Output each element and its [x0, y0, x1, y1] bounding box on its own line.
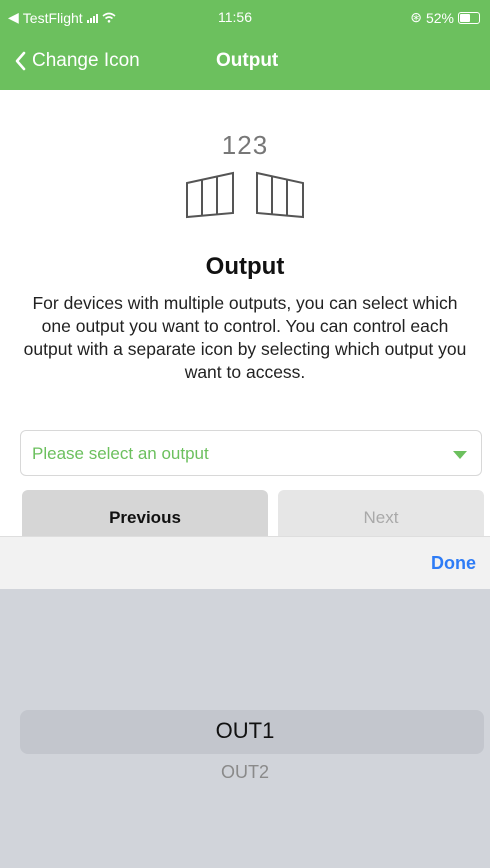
- status-time: 11:56: [218, 9, 252, 25]
- panels-icon: [186, 171, 304, 219]
- picker-option-out1[interactable]: OUT1: [0, 718, 490, 744]
- icon-number: 123: [221, 130, 269, 160]
- caret-down-icon: [453, 451, 467, 459]
- previous-button[interactable]: Previous: [22, 490, 268, 542]
- orientation-lock-icon: ⊛: [410, 9, 422, 25]
- picker-option-out2[interactable]: OUT2: [0, 762, 490, 783]
- status-bar: ◀ TestFlight 11:56 ⊛ 52%: [0, 0, 490, 32]
- back-to-app-icon[interactable]: ◀: [8, 9, 19, 26]
- back-label: Change Icon: [32, 50, 140, 71]
- nav-title: Output: [216, 50, 279, 71]
- output-picker[interactable]: OUT1 OUT2: [0, 589, 490, 868]
- picker-toolbar: Done: [0, 536, 490, 591]
- chevron-left-icon: [15, 51, 26, 71]
- done-button[interactable]: Done: [431, 553, 476, 574]
- status-right: ⊛ 52%: [410, 9, 480, 26]
- next-button[interactable]: Next: [278, 490, 484, 542]
- app-header: ◀ TestFlight 11:56 ⊛ 52% Change Icon Out…: [0, 0, 490, 90]
- carrier-label: TestFlight: [22, 9, 83, 26]
- battery-percent: 52%: [425, 9, 454, 26]
- status-left: ◀ TestFlight: [8, 9, 116, 26]
- page-title: Output: [205, 253, 285, 280]
- battery-icon: [458, 11, 480, 24]
- output-illustration: 123: [0, 130, 490, 226]
- description-text: For devices with multiple outputs, you c…: [23, 293, 467, 382]
- back-button[interactable]: Change Icon: [14, 50, 140, 72]
- navigation-bar: Change Icon Output: [0, 44, 490, 84]
- output-select[interactable]: Please select an output: [20, 430, 482, 476]
- signal-icon: [86, 13, 98, 23]
- wifi-icon: [102, 12, 116, 23]
- select-placeholder: Please select an output: [32, 444, 209, 463]
